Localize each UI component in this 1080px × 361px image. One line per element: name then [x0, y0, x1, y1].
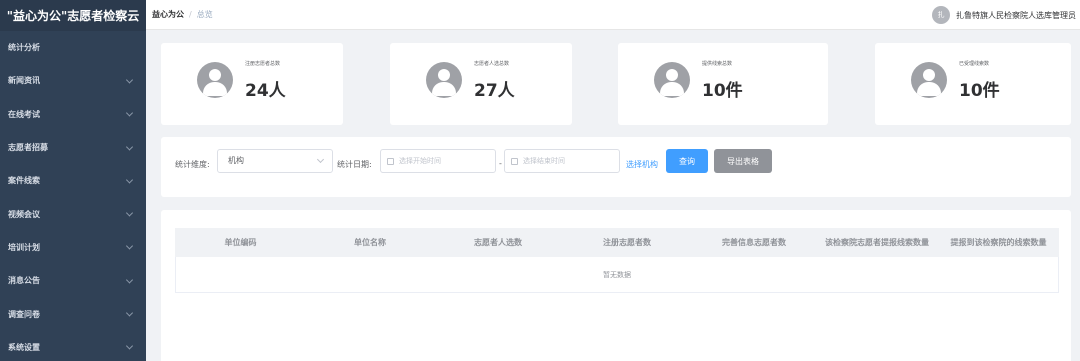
sidebar-item-news[interactable]: 新闻资讯: [0, 64, 146, 97]
chevron-down-icon: [125, 176, 134, 184]
end-date-input[interactable]: 选择结束时间: [504, 149, 620, 173]
user-menu[interactable]: 扎 扎鲁特旗人民检察院人选库管理员: [932, 0, 1076, 30]
sidebar: "益心为公"志愿者检察云 统计分析 新闻资讯 在线考试 志愿者招募 案件线索 视…: [0, 0, 146, 361]
sidebar-item-video-meeting[interactable]: 视频会议: [0, 197, 146, 230]
chevron-down-icon: [316, 155, 325, 164]
stat-card-leads-accepted: 已受理线索数 10件: [875, 43, 1071, 125]
user-name[interactable]: 扎鲁特旗人民检察院人选库管理员: [956, 10, 1076, 21]
sidebar-item-system-settings[interactable]: 系统设置: [0, 331, 146, 361]
column-header-registered-count: 注册志愿者数: [603, 238, 651, 247]
app-brand: "益心为公"志愿者检察云: [0, 0, 146, 31]
calendar-icon: [387, 158, 394, 165]
stat-card-leads-provided: 提供线索总数 10件: [618, 43, 828, 125]
date-range-separator: -: [499, 159, 502, 168]
breadcrumb: 益心为公 / 总览: [152, 9, 213, 20]
stat-value: 27人: [474, 81, 515, 101]
user-avatar-icon: [197, 62, 233, 98]
stat-value: 24人: [245, 81, 286, 101]
user-avatar-icon: [654, 62, 690, 98]
user-avatar-icon: [911, 62, 947, 98]
chevron-down-icon: [125, 109, 134, 117]
sidebar-item-statistics[interactable]: 统计分析: [0, 31, 146, 64]
date-label: 统计日期:: [337, 160, 372, 169]
sidebar-menu: 统计分析 新闻资讯 在线考试 志愿者招募 案件线索 视频会议 培训计划 消息公告: [0, 31, 146, 361]
sidebar-item-label: 视频会议: [8, 209, 40, 219]
chevron-down-icon: [125, 276, 134, 284]
chevron-down-icon: [125, 142, 134, 151]
chevron-down-icon: [125, 342, 134, 350]
start-date-placeholder: 选择开始时间: [399, 157, 441, 165]
sidebar-item-label: 案件线索: [8, 176, 40, 186]
sidebar-item-label: 在线考试: [8, 109, 40, 119]
column-header-complete-info-count: 完善信息志愿者数: [722, 238, 786, 247]
table-empty-row: 暂无数据: [175, 257, 1059, 293]
sidebar-item-training-plan[interactable]: 培训计划: [0, 231, 146, 264]
stat-label: 注册志愿者总数: [245, 61, 281, 67]
empty-text: 暂无数据: [603, 270, 631, 279]
sidebar-item-label: 培训计划: [8, 242, 40, 252]
dimension-label: 统计维度:: [175, 160, 210, 169]
column-header-unit-name: 单位名称: [354, 238, 386, 247]
stat-card-registered-volunteers: 注册志愿者总数 24人: [161, 43, 343, 125]
stat-card-volunteer-candidates: 志愿者人选总数 27人: [390, 43, 572, 125]
sidebar-item-label: 消息公告: [8, 276, 40, 286]
stats-table: 单位编码 单位名称 志愿者人选数 注册志愿者数 完善信息志愿者数 该检察院志愿者…: [175, 228, 1059, 293]
chevron-down-icon: [125, 209, 134, 217]
sidebar-item-case-leads[interactable]: 案件线索: [0, 164, 146, 197]
breadcrumb-current: 总览: [196, 10, 213, 19]
export-table-button[interactable]: 导出表格: [714, 149, 772, 173]
sidebar-item-label: 统计分析: [8, 43, 40, 53]
column-header-volunteer-leads-count: 该检察院志愿者提报线索数量: [825, 238, 929, 247]
table-panel: 单位编码 单位名称 志愿者人选数 注册志愿者数 完善信息志愿者数 该检察院志愿者…: [161, 210, 1071, 361]
sidebar-item-label: 志愿者招募: [8, 143, 48, 153]
sidebar-item-online-exam[interactable]: 在线考试: [0, 98, 146, 131]
stat-value: 10件: [959, 81, 1000, 101]
stat-label: 志愿者人选总数: [474, 61, 510, 67]
table-header: 单位编码 单位名称 志愿者人选数 注册志愿者数 完善信息志愿者数 该检察院志愿者…: [175, 228, 1059, 257]
query-button[interactable]: 查询: [666, 149, 708, 173]
chevron-down-icon: [125, 242, 134, 250]
end-date-placeholder: 选择结束时间: [523, 157, 565, 165]
sidebar-item-announcements[interactable]: 消息公告: [0, 264, 146, 297]
filter-bar: 统计维度: 机构 统计日期: 选择开始时间 - 选择结束时间 选择机构 查询 导…: [161, 137, 1071, 197]
sidebar-item-volunteer-recruit[interactable]: 志愿者招募: [0, 131, 146, 164]
column-header-unit-code: 单位编码: [224, 238, 257, 247]
start-date-input[interactable]: 选择开始时间: [380, 149, 496, 173]
calendar-icon: [511, 158, 518, 165]
chevron-down-icon: [125, 76, 134, 84]
breadcrumb-root[interactable]: 益心为公: [152, 9, 184, 20]
stat-value: 10件: [702, 81, 743, 101]
dimension-select-value: 机构: [228, 156, 244, 165]
stat-label: 已受理线索数: [959, 61, 990, 67]
user-avatar-icon: [426, 62, 462, 98]
sidebar-item-label: 调查问卷: [8, 309, 40, 319]
top-navbar: 益心为公 / 总览 扎 扎鲁特旗人民检察院人选库管理员: [146, 0, 1080, 30]
sidebar-item-label: 新闻资讯: [8, 76, 40, 86]
chevron-down-icon: [125, 309, 134, 317]
select-org-link[interactable]: 选择机构: [626, 159, 658, 170]
avatar[interactable]: 扎: [932, 6, 950, 24]
breadcrumb-separator: /: [189, 10, 192, 19]
sidebar-item-label: 系统设置: [8, 342, 40, 352]
sidebar-item-survey[interactable]: 调查问卷: [0, 297, 146, 330]
column-header-received-leads-count: 提报到该检察院的线索数量: [950, 238, 1047, 247]
dimension-select[interactable]: 机构: [217, 149, 333, 173]
column-header-candidate-count: 志愿者人选数: [474, 238, 522, 247]
stat-label: 提供线索总数: [702, 61, 733, 67]
